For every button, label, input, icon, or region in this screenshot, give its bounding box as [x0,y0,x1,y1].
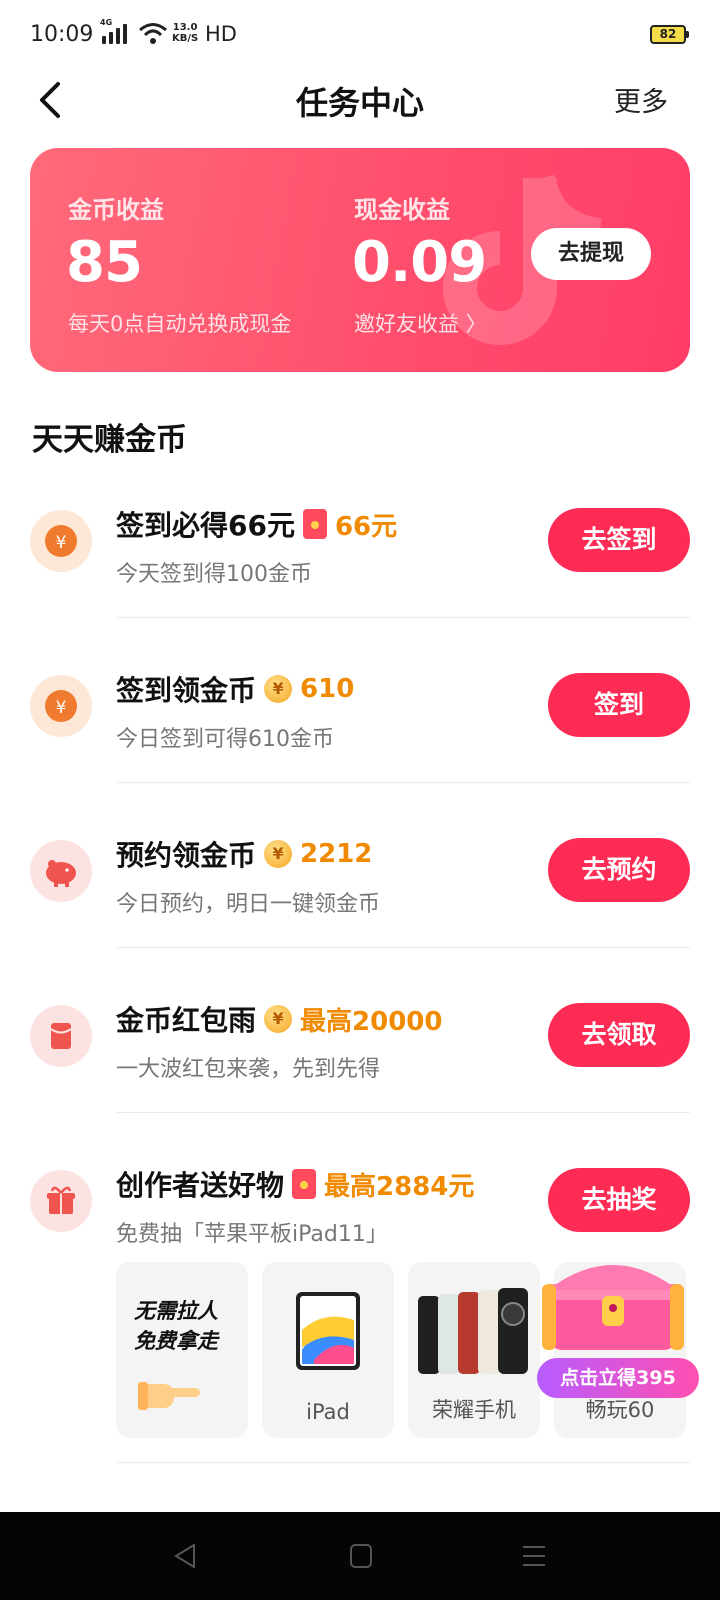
task-reward: 66元 [334,511,398,542]
task-reward: 最高20000 [300,1006,443,1037]
go-checkin-button[interactable]: 去签到 [548,508,690,572]
divider [116,782,690,783]
checkin-button[interactable]: 签到 [548,673,690,737]
gold-coin-icon: ¥ [264,1005,293,1033]
task-row-reserve: 预约领金币 ¥ 2212 今日预约，明日一键领金币 去预约 [0,812,720,977]
nav-back-icon[interactable] [172,1542,198,1570]
task-row-checkin-coins: ¥ 签到领金币 ¥ 610 今日签到可得610金币 签到 [0,647,720,812]
promo-text: 无需拉人 免费拿走 [134,1299,218,1353]
system-nav-bar [0,1512,720,1600]
divider [116,1112,690,1113]
earnings-card: 金币收益 85 每天0点自动兑换成现金 现金收益 0.09 邀好友收益 〉 去提… [30,148,690,372]
coin-earnings-note: 每天0点自动兑换成现金 [68,312,292,336]
treasure-chest-icon[interactable] [538,1240,688,1358]
free-promo-card[interactable]: 无需拉人 免费拿走 [116,1262,248,1438]
gold-coin-icon: ¥ [264,840,293,868]
task-name: 预约领金币 [116,839,257,872]
svg-text:¥: ¥ [56,533,67,553]
gift-icon [30,1170,92,1232]
page-title: 任务中心 [295,84,424,122]
nav-home-icon[interactable] [348,1542,374,1570]
task-reward: 610 [300,674,355,704]
task-description: 今日预约，明日一键领金币 [116,892,381,917]
yuan-coin-icon: ¥ [30,510,92,572]
coin-earnings-value: 85 [66,230,143,295]
coin-earnings-label: 金币收益 [68,196,164,224]
signal-icon: 4G [100,18,127,44]
lottery-button[interactable]: 去抽奖 [548,1168,690,1232]
ipad-image [296,1292,360,1370]
yuan-coin-icon: ¥ [30,675,92,737]
prize-ipad[interactable]: iPad [262,1262,394,1438]
task-description: 一大波红包来袭，先到先得 [116,1057,381,1082]
svg-text:¥: ¥ [56,698,67,718]
task-description: 今天签到得100金币 [116,562,312,587]
task-row-checkin-66: ¥ 签到必得66元 66元 今天签到得100金币 去签到 [0,482,720,647]
network-type: 4G [100,18,113,27]
cash-earnings-value: 0.09 [352,230,487,295]
task-row-red-envelope-rain: 金币红包雨 ¥ 最高20000 一大波红包来袭，先到先得 去领取 [0,977,720,1142]
hd-indicator: HD [205,22,237,46]
section-title: 天天赚金币 [32,422,187,458]
invite-earnings-link[interactable]: 邀好友收益 〉 [354,308,487,338]
red-envelope-icon [302,509,327,539]
nav-menu-icon[interactable] [520,1542,548,1570]
red-envelope-icon [292,1169,317,1199]
instant-reward-badge[interactable]: 点击立得395 [537,1358,699,1398]
cash-earnings-label: 现金收益 [354,196,450,224]
divider [116,617,690,618]
task-description: 免费抽「苹果平板iPad11」 [116,1222,388,1247]
network-speed: 13.0 KB/S [172,22,199,44]
divider [116,1462,690,1463]
task-name: 签到必得66元 [116,509,295,542]
reserve-button[interactable]: 去预约 [548,838,690,902]
task-description: 今日签到可得610金币 [116,727,334,752]
claim-button[interactable]: 去领取 [548,1003,690,1067]
red-envelope-icon [30,1005,92,1067]
task-name: 签到领金币 [116,674,257,707]
task-reward: 2212 [300,839,373,869]
prize-label: iPad [306,1400,350,1424]
status-bar: 10:09 4G 13.0 KB/S HD 82 [0,0,720,70]
top-nav: 任务中心 更多 [0,70,720,130]
task-name: 金币红包雨 [116,1004,257,1037]
wifi-icon [139,23,167,44]
prize-label: 畅玩60 [585,1398,655,1422]
battery-icon: 82 [650,25,689,44]
withdraw-button[interactable]: 去提现 [531,228,651,280]
more-button[interactable]: 更多 [614,80,668,119]
gold-coin-icon: ¥ [264,675,293,703]
prize-label: 荣耀手机 [432,1398,516,1422]
task-reward: 最高2884元 [324,1171,475,1202]
task-center-page: 10:09 4G 13.0 KB/S HD 82 任务中心 更多 金币收益 85… [0,0,720,1600]
phone-image [418,1288,528,1374]
task-name: 创作者送好物 [116,1169,285,1202]
divider [116,947,690,948]
pointing-hand-icon [138,1382,200,1410]
prize-honor-phone[interactable]: 荣耀手机 [408,1262,540,1438]
status-time: 10:09 [30,22,94,47]
piggy-bank-icon [30,840,92,902]
